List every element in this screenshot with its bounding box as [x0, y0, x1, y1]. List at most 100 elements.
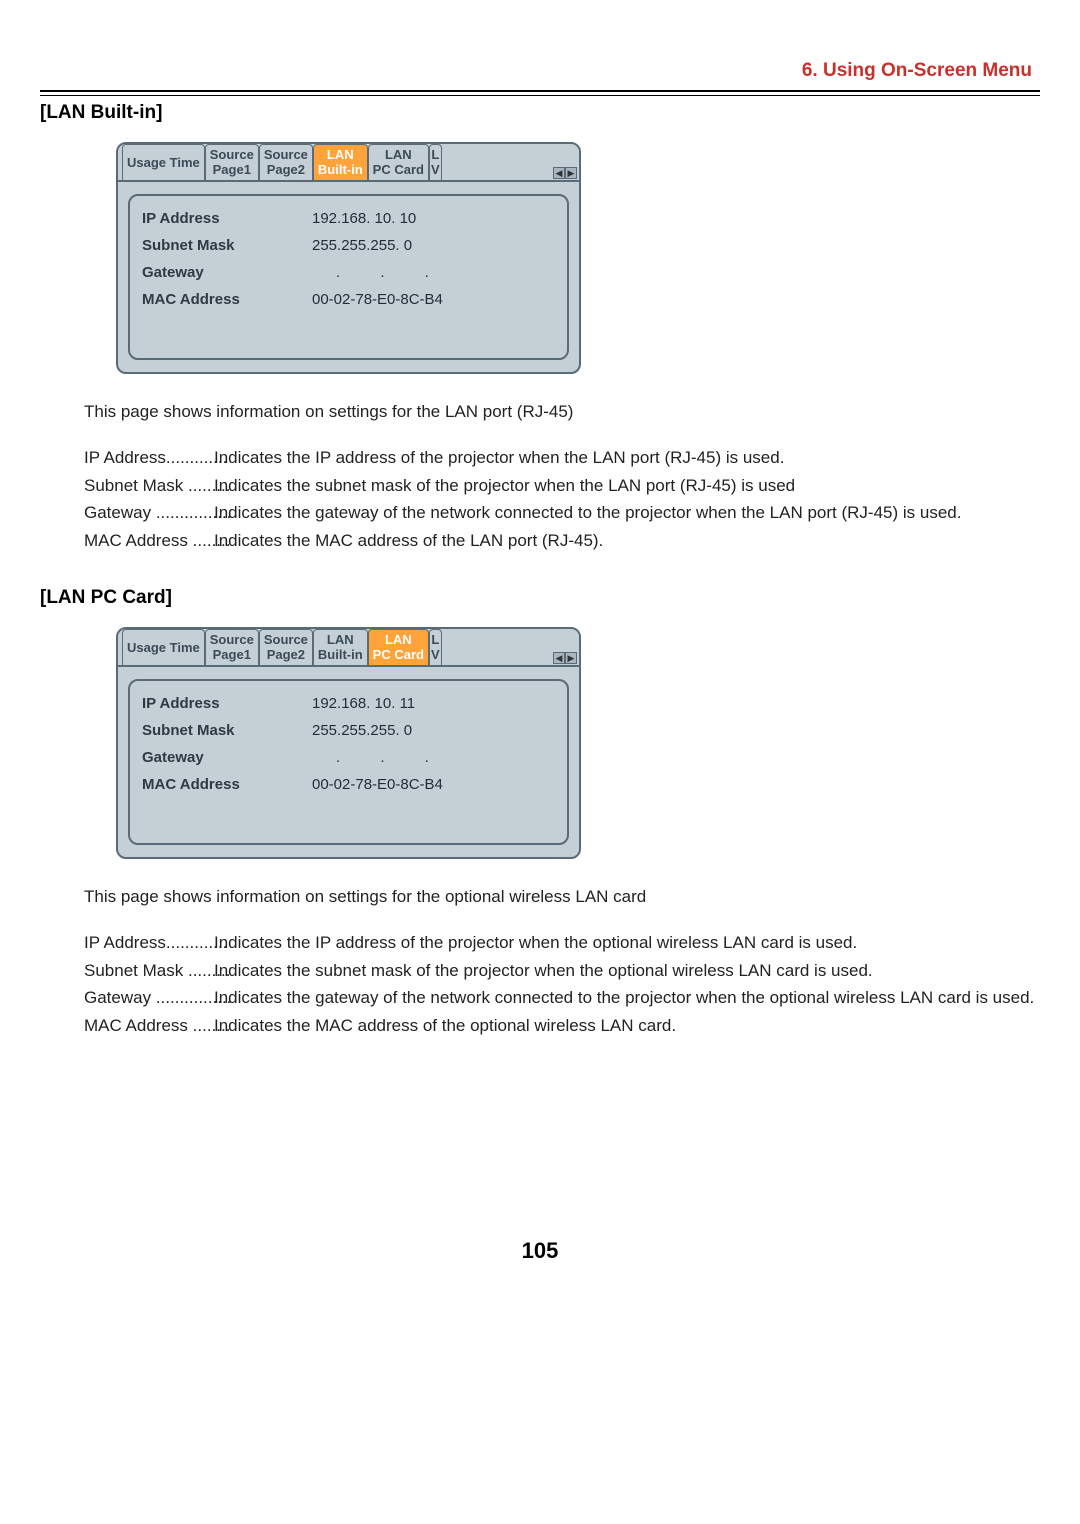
def-row: MAC Address ........ Indicates the MAC a… — [84, 1014, 1040, 1038]
tab-label: L — [431, 148, 440, 163]
tab-label: Page1 — [210, 648, 254, 663]
def-term: Gateway ................ — [84, 501, 214, 525]
def-term: Subnet Mask ......... — [84, 474, 214, 498]
lan-pccard-heading: [LAN PC Card] — [40, 587, 1040, 609]
def-term: MAC Address ........ — [84, 529, 214, 553]
gateway-label: Gateway — [142, 264, 312, 281]
subnet-value: 255.255.255. 0 — [312, 237, 412, 254]
mac-value: 00-02-78-E0-8C-B4 — [312, 291, 443, 308]
pccard-panel: IP Address 192.168. 10. 11 Subnet Mask 2… — [128, 679, 569, 845]
def-desc: Indicates the subnet mask of the project… — [214, 959, 1040, 983]
row-mac: MAC Address 00-02-78-E0-8C-B4 — [142, 291, 555, 308]
row-gateway: Gateway . . . — [142, 264, 555, 281]
pccard-description: This page shows information on settings … — [84, 885, 1040, 1038]
gateway-value: . . . — [312, 749, 447, 766]
ip-label: IP Address — [142, 210, 312, 227]
row-ip: IP Address 192.168. 10. 11 — [142, 695, 555, 712]
def-term: Gateway ................ — [84, 986, 214, 1010]
tab-row-builtin: Usage Time Source Page1 Source Page2 LAN… — [118, 144, 579, 182]
def-desc: Indicates the gateway of the network con… — [214, 986, 1040, 1010]
mac-label: MAC Address — [142, 776, 312, 793]
tab-label: LAN — [373, 633, 424, 648]
ip-value: 192.168. 10. 11 — [312, 695, 415, 712]
lan-builtin-menu: Usage Time Source Page1 Source Page2 LAN… — [116, 142, 581, 374]
subnet-label: Subnet Mask — [142, 237, 312, 254]
pccard-intro: This page shows information on settings … — [84, 885, 1040, 909]
tab-source-page1[interactable]: Source Page1 — [205, 144, 259, 180]
def-row: IP Address............. Indicates the IP… — [84, 446, 1040, 470]
subnet-value: 255.255.255. 0 — [312, 722, 412, 739]
mac-label: MAC Address — [142, 291, 312, 308]
tab-lan-builtin[interactable]: LAN Built-in — [313, 629, 368, 665]
tab-label: Built-in — [318, 163, 363, 178]
tab-lan-pccard[interactable]: LAN PC Card — [368, 629, 429, 665]
tab-label: PC Card — [373, 648, 424, 663]
def-row: IP Address............. Indicates the IP… — [84, 931, 1040, 955]
tab-nav-arrows: ◀ ▶ — [553, 652, 577, 664]
tab-usage-time[interactable]: Usage Time — [122, 629, 205, 665]
gateway-label: Gateway — [142, 749, 312, 766]
arrow-left-icon[interactable]: ◀ — [553, 652, 565, 664]
tab-label: V — [431, 648, 440, 663]
builtin-description: This page shows information on settings … — [84, 400, 1040, 553]
tab-label: Page2 — [264, 163, 308, 178]
tab-label: LAN — [318, 633, 363, 648]
def-desc: Indicates the gateway of the network con… — [214, 501, 1040, 525]
header-section-title: 6. Using On-Screen Menu — [40, 60, 1040, 82]
tab-usage-time[interactable]: Usage Time — [122, 144, 205, 180]
def-term: IP Address............. — [84, 931, 214, 955]
builtin-intro: This page shows information on settings … — [84, 400, 1040, 424]
tab-label: Page1 — [210, 163, 254, 178]
tab-truncated[interactable]: L V — [429, 629, 442, 665]
tab-label: Page2 — [264, 648, 308, 663]
def-row: Subnet Mask ......... Indicates the subn… — [84, 474, 1040, 498]
def-row: Gateway ................ Indicates the g… — [84, 986, 1040, 1010]
tab-source-page2[interactable]: Source Page2 — [259, 629, 313, 665]
arrow-right-icon[interactable]: ▶ — [565, 652, 577, 664]
builtin-panel: IP Address 192.168. 10. 10 Subnet Mask 2… — [128, 194, 569, 360]
tab-source-page2[interactable]: Source Page2 — [259, 144, 313, 180]
def-term: IP Address............. — [84, 446, 214, 470]
tab-label: Source — [210, 633, 254, 648]
tab-label: LAN — [318, 148, 363, 163]
def-row: MAC Address ........ Indicates the MAC a… — [84, 529, 1040, 553]
tab-truncated[interactable]: L V — [429, 144, 442, 180]
def-desc: Indicates the IP address of the projecto… — [214, 446, 1040, 470]
def-row: Subnet Mask ......... Indicates the subn… — [84, 959, 1040, 983]
def-desc: Indicates the MAC address of the LAN por… — [214, 529, 1040, 553]
lan-builtin-heading: [LAN Built-in] — [40, 102, 1040, 124]
row-subnet: Subnet Mask 255.255.255. 0 — [142, 722, 555, 739]
tab-lan-builtin[interactable]: LAN Built-in — [313, 144, 368, 180]
tab-label: LAN — [373, 148, 424, 163]
tab-label: V — [431, 163, 440, 178]
arrow-right-icon[interactable]: ▶ — [565, 167, 577, 179]
tab-label: PC Card — [373, 163, 424, 178]
header-divider — [40, 90, 1040, 96]
tab-source-page1[interactable]: Source Page1 — [205, 629, 259, 665]
mac-value: 00-02-78-E0-8C-B4 — [312, 776, 443, 793]
def-term: Subnet Mask ......... — [84, 959, 214, 983]
row-gateway: Gateway . . . — [142, 749, 555, 766]
tab-nav-arrows: ◀ ▶ — [553, 167, 577, 179]
tab-label: Source — [264, 148, 308, 163]
row-ip: IP Address 192.168. 10. 10 — [142, 210, 555, 227]
def-desc: Indicates the MAC address of the optiona… — [214, 1014, 1040, 1038]
def-term: MAC Address ........ — [84, 1014, 214, 1038]
def-desc: Indicates the IP address of the projecto… — [214, 931, 1040, 955]
tab-lan-pccard[interactable]: LAN PC Card — [368, 144, 429, 180]
tab-row-pccard: Usage Time Source Page1 Source Page2 LAN… — [118, 629, 579, 667]
tab-label: L — [431, 633, 440, 648]
lan-pccard-menu: Usage Time Source Page1 Source Page2 LAN… — [116, 627, 581, 859]
ip-value: 192.168. 10. 10 — [312, 210, 416, 227]
tab-label: Source — [264, 633, 308, 648]
page-number: 105 — [40, 1238, 1040, 1264]
row-mac: MAC Address 00-02-78-E0-8C-B4 — [142, 776, 555, 793]
tab-label: Built-in — [318, 648, 363, 663]
tab-label: Source — [210, 148, 254, 163]
arrow-left-icon[interactable]: ◀ — [553, 167, 565, 179]
gateway-value: . . . — [312, 264, 447, 281]
row-subnet: Subnet Mask 255.255.255. 0 — [142, 237, 555, 254]
def-row: Gateway ................ Indicates the g… — [84, 501, 1040, 525]
ip-label: IP Address — [142, 695, 312, 712]
def-desc: Indicates the subnet mask of the project… — [214, 474, 1040, 498]
